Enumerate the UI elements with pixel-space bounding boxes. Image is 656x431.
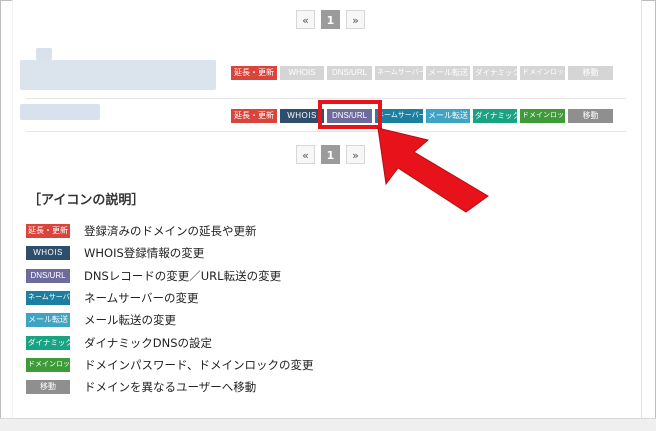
legend-item: ダイナミック ダイナミックDNSの設定 [26, 331, 314, 353]
legend-item: ネームサーバー ネームサーバーの変更 [26, 287, 314, 309]
legend-item: DNS/URL DNSレコードの変更／URL転送の変更 [26, 265, 314, 287]
legend-title: ［アイコンの説明］ [28, 193, 145, 208]
dynamic-dns-tag: ダイナミック [26, 335, 70, 350]
legend-text: ドメインを異なるユーザーへ移動 [84, 380, 257, 395]
legend-item: ドメインロック ドメインパスワード、ドメインロックの変更 [26, 354, 314, 376]
nameserver-tag: ネームサーバー [26, 291, 70, 306]
mail-forward-tag: メール転送 [26, 313, 70, 328]
whois-tag: WHOIS [26, 246, 70, 261]
renew-tag: 延長・更新 [26, 224, 70, 239]
dns-url-tag: DNS/URL [26, 268, 70, 283]
legend-text: ダイナミックDNSの設定 [84, 335, 213, 350]
legend-item: メール転送 メール転送の変更 [26, 309, 314, 331]
pagination-prev-button[interactable]: « [296, 145, 315, 164]
legend-item: WHOIS WHOIS登録情報の変更 [26, 242, 314, 264]
legend-text: ネームサーバーの変更 [84, 291, 199, 306]
legend-text: WHOIS登録情報の変更 [84, 246, 205, 261]
move-tag: 移動 [26, 380, 70, 395]
domain-lock-tag: ドメインロック [26, 357, 70, 372]
legend-item: 移動 ドメインを異なるユーザーへ移動 [26, 376, 314, 398]
legend-text: DNSレコードの変更／URL転送の変更 [84, 268, 282, 283]
pagination-page-1[interactable]: 1 [321, 145, 340, 164]
legend-text: ドメインパスワード、ドメインロックの変更 [84, 357, 314, 372]
pagination-bottom: « 1 » [296, 145, 365, 165]
icon-legend: 延長・更新 登録済みのドメインの延長や更新 WHOIS WHOIS登録情報の変更… [26, 220, 314, 398]
pagination-next-button[interactable]: » [346, 145, 365, 164]
legend-text: 登録済みのドメインの延長や更新 [84, 224, 257, 239]
legend-text: メール転送の変更 [84, 313, 176, 328]
legend-item: 延長・更新 登録済みのドメインの延長や更新 [26, 220, 314, 242]
